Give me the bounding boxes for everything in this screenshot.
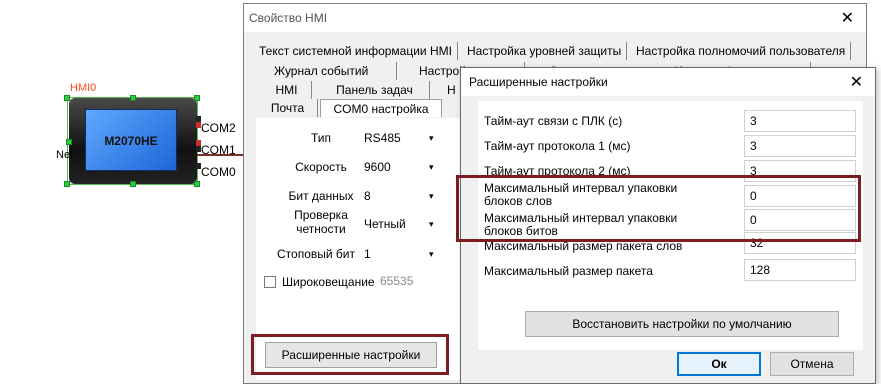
com2-label: COM2 (201, 121, 236, 135)
tab-row-1: Текст системной информации HMI Настройка… (254, 42, 859, 60)
com0-label: COM0 (201, 165, 236, 179)
hmi-device[interactable]: M2070HE (69, 98, 197, 184)
chevron-down-icon[interactable]: ▾ (429, 219, 434, 230)
databits-label: Бит данных (288, 189, 354, 203)
type-label: Тип (310, 131, 331, 145)
plc-timeout-label: Тайм-аут связи с ПЛК (с) (484, 114, 623, 128)
connection-wire (197, 154, 243, 156)
close-icon[interactable]: ✕ (850, 72, 863, 92)
tab-mail[interactable]: Почта (258, 99, 318, 117)
tab-com0-settings[interactable]: COM0 настройка (320, 99, 442, 117)
tab-event-log[interactable]: Журнал событий (269, 62, 397, 80)
tab-taskbar[interactable]: Панель задач (320, 81, 430, 99)
chevron-down-icon[interactable]: ▾ (429, 249, 434, 260)
stopbit-label: Стоповый бит (277, 247, 355, 261)
tab-partial[interactable]: Н (442, 81, 462, 99)
resize-handle-bl[interactable] (64, 181, 70, 187)
protocol-timeout1-input[interactable]: 3 (744, 135, 856, 157)
type-select[interactable]: RS485 (364, 131, 401, 145)
window-titlebar: Свойство HMI ✕ (244, 4, 866, 32)
max-packet-label: Максимальный размер пакета (484, 264, 653, 278)
speed-label: Скорость (295, 160, 347, 174)
net-port-handle[interactable] (66, 139, 72, 145)
dialog-title: Расширенные настройки (469, 75, 608, 89)
tab-user-permissions[interactable]: Настройка полномочий пользователя (631, 42, 852, 60)
net-label: Net (56, 149, 74, 161)
speed-select[interactable]: 9600 (364, 160, 391, 174)
tab-system-info-text[interactable]: Текст системной информации HMI (254, 42, 458, 60)
broadcast-checkbox[interactable] (264, 276, 276, 288)
broadcast-address: 65535 (380, 274, 414, 288)
tab-protection-levels[interactable]: Настройка уровней защиты (462, 42, 628, 60)
chevron-down-icon[interactable]: ▾ (429, 162, 434, 173)
device-model-label: M2070HE (104, 134, 158, 148)
cancel-button[interactable]: Отмена (770, 352, 854, 376)
protocol-timeout1-label: Тайм-аут протокола 1 (мс) (484, 139, 631, 153)
device-name-label: HMI0 (70, 82, 97, 94)
databits-select[interactable]: 8 (364, 189, 371, 203)
resize-handle-b[interactable] (130, 181, 136, 187)
restore-defaults-button[interactable]: Восстановить настройки по умолчанию (525, 311, 839, 337)
dialog-titlebar: Расширенные настройки ✕ (461, 68, 875, 96)
resize-handle-t[interactable] (130, 95, 136, 101)
highlight-advanced-button (251, 334, 449, 375)
parity-label: Проверка четности (294, 208, 348, 236)
highlight-block-intervals (456, 175, 861, 242)
broadcast-label: Широковещание (282, 275, 375, 289)
max-packet-input[interactable]: 128 (744, 259, 856, 281)
resize-handle-tl[interactable] (64, 95, 70, 101)
resize-handle-tr[interactable] (194, 95, 200, 101)
tab-row-3: HMI Панель задач Н (262, 81, 472, 99)
tab-hmi[interactable]: HMI (262, 81, 312, 99)
window-title: Свойство HMI (249, 11, 328, 25)
plc-timeout-input[interactable]: 3 (744, 110, 856, 132)
stopbit-select[interactable]: 1 (364, 247, 371, 261)
resize-handle-br[interactable] (194, 181, 200, 187)
device-screen: M2070HE (85, 109, 177, 171)
parity-select[interactable]: Четный (364, 217, 406, 231)
chevron-down-icon[interactable]: ▾ (429, 133, 434, 144)
tab-row-4: Почта COM0 настройка (258, 99, 468, 117)
chevron-down-icon[interactable]: ▾ (429, 191, 434, 202)
ok-button[interactable]: Ок (677, 352, 761, 376)
close-icon[interactable]: ✕ (841, 8, 854, 28)
